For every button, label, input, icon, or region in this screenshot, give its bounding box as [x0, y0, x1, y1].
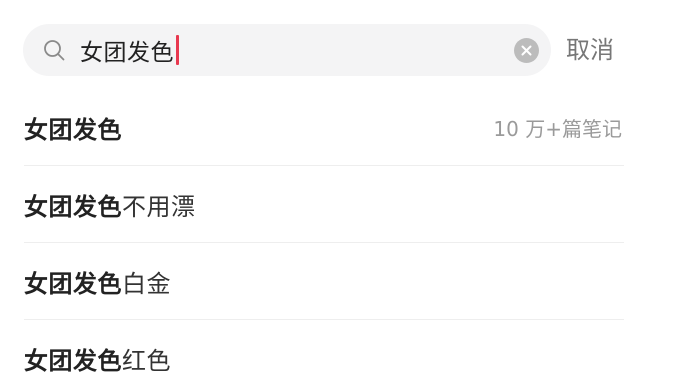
suggestion-label: 女团发色 — [24, 110, 122, 145]
cancel-button[interactable]: 取消 — [566, 33, 614, 67]
clear-search-button[interactable] — [514, 38, 539, 63]
clear-icon — [521, 45, 532, 56]
suggestion-rest-text: 不用漂 — [122, 192, 196, 221]
suggestion-match-text: 女团发色 — [24, 192, 122, 221]
suggestion-item[interactable]: 女团发色 10 万+篇笔记 — [24, 89, 624, 166]
search-icon — [44, 40, 65, 61]
search-page: 女团发色 取消 女团发色 10 万+篇笔记 女团发色不用漂 女团发色白金 女团发… — [0, 0, 687, 390]
suggestion-label: 女团发色白金 — [24, 264, 171, 299]
suggestion-label: 女团发色红色 — [24, 341, 171, 376]
suggestion-match-text: 女团发色 — [24, 346, 122, 375]
suggestion-label: 女团发色不用漂 — [24, 187, 196, 222]
suggestion-rest-text: 红色 — [122, 346, 171, 375]
suggestion-item[interactable]: 女团发色不用漂 — [24, 166, 624, 243]
suggestion-match-text: 女团发色 — [24, 115, 122, 144]
suggestion-rest-text: 白金 — [122, 269, 171, 298]
suggestion-list: 女团发色 10 万+篇笔记 女团发色不用漂 女团发色白金 女团发色红色 — [24, 89, 624, 390]
suggestion-note-count: 10 万+篇笔记 — [493, 116, 622, 141]
suggestion-item[interactable]: 女团发色白金 — [24, 243, 624, 320]
text-caret — [176, 35, 179, 65]
suggestion-item[interactable]: 女团发色红色 — [24, 320, 624, 390]
search-input[interactable]: 女团发色 — [80, 24, 179, 76]
suggestion-match-text: 女团发色 — [24, 269, 122, 298]
search-bar[interactable]: 女团发色 — [23, 24, 551, 76]
search-query-text: 女团发色 — [80, 40, 174, 66]
